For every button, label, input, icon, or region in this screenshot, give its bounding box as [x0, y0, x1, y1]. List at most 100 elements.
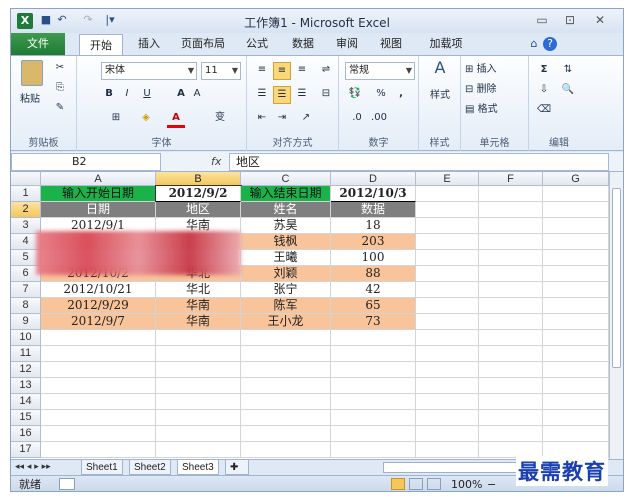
fill-color-icon[interactable]: ◈	[137, 110, 155, 128]
column-header-b[interactable]: B	[156, 172, 241, 186]
cell-d6[interactable]: 88	[331, 266, 416, 282]
tab-data[interactable]: 数据	[285, 33, 321, 55]
cell-b2[interactable]: 地区	[156, 202, 241, 218]
scroll-thumb[interactable]	[612, 188, 621, 368]
cell-f13[interactable]	[479, 378, 543, 394]
cell-a12[interactable]	[41, 362, 156, 378]
paste-icon[interactable]	[19, 60, 45, 88]
decrease-indent-icon[interactable]: ⇤	[253, 110, 271, 128]
column-header-g[interactable]: G	[543, 172, 609, 186]
cell-c9[interactable]: 王小龙	[241, 314, 331, 330]
orientation-icon[interactable]: ↗	[297, 110, 315, 128]
cell-e13[interactable]	[416, 378, 479, 394]
cell-d4[interactable]: 203	[331, 234, 416, 250]
cell-g13[interactable]	[543, 378, 609, 394]
underline-button[interactable]: U	[139, 86, 155, 104]
paste-button[interactable]: 粘贴	[13, 92, 47, 110]
vertical-scrollbar[interactable]	[609, 172, 623, 459]
cell-a15[interactable]	[41, 410, 156, 426]
cell-b12[interactable]	[156, 362, 241, 378]
sheet-nav-arrows[interactable]: ◂◂ ◂ ▸ ▸▸	[15, 460, 51, 475]
cell-b13[interactable]	[156, 378, 241, 394]
insert-cells-button[interactable]: ⊞ 插入	[465, 62, 525, 80]
cell-d3[interactable]: 18	[331, 218, 416, 234]
cell-c2[interactable]: 姓名	[241, 202, 331, 218]
cell-e3[interactable]	[416, 218, 479, 234]
cell-f9[interactable]	[479, 314, 543, 330]
row-header-9[interactable]: 9	[11, 314, 41, 330]
row-header-10[interactable]: 10	[11, 330, 41, 346]
cell-b14[interactable]	[156, 394, 241, 410]
cell-d12[interactable]	[331, 362, 416, 378]
worksheet-grid[interactable]: A B C D E F G 1 输入开始日期 2012/9/2 输入结束日期 2012/10/3 2 日期…	[11, 172, 609, 459]
cell-g5[interactable]	[543, 250, 609, 266]
cell-a8[interactable]: 2012/9/29	[41, 298, 156, 314]
cell-e14[interactable]	[416, 394, 479, 410]
cell-a2[interactable]: 日期	[41, 202, 156, 218]
minimize-icon[interactable]: ▭	[531, 12, 553, 28]
sort-filter-icon[interactable]: ⇅	[557, 62, 579, 80]
cell-b10[interactable]	[156, 330, 241, 346]
cell-f11[interactable]	[479, 346, 543, 362]
tab-insert[interactable]: 插入	[129, 33, 169, 55]
cell-b15[interactable]	[156, 410, 241, 426]
cell-e4[interactable]	[416, 234, 479, 250]
copy-icon[interactable]: ⎘	[51, 80, 69, 98]
row-header-12[interactable]: 12	[11, 362, 41, 378]
cell-e16[interactable]	[416, 426, 479, 442]
phonetic-button[interactable]: 变	[209, 110, 231, 128]
help-icon[interactable]: ?	[543, 37, 557, 51]
shrink-font-button[interactable]: A	[189, 86, 205, 104]
cell-e17[interactable]	[416, 442, 479, 458]
cut-icon[interactable]: ✂	[51, 60, 69, 78]
cell-c13[interactable]	[241, 378, 331, 394]
row-header-13[interactable]: 13	[11, 378, 41, 394]
cell-d11[interactable]	[331, 346, 416, 362]
normal-view-icon[interactable]	[391, 478, 405, 490]
font-color-icon[interactable]: A	[167, 110, 185, 128]
row-header-11[interactable]: 11	[11, 346, 41, 362]
cell-b7[interactable]: 华北	[156, 282, 241, 298]
cell-e12[interactable]	[416, 362, 479, 378]
sheet-tab-2[interactable]: Sheet2	[129, 460, 171, 475]
format-painter-icon[interactable]: ✎	[51, 100, 69, 118]
cell-g4[interactable]	[543, 234, 609, 250]
cell-f6[interactable]	[479, 266, 543, 282]
cell-d8[interactable]: 65	[331, 298, 416, 314]
cell-c11[interactable]	[241, 346, 331, 362]
increase-decimal-icon[interactable]: .0	[347, 110, 367, 128]
cell-f14[interactable]	[479, 394, 543, 410]
column-header-c[interactable]: C	[241, 172, 331, 186]
cell-d13[interactable]	[331, 378, 416, 394]
cell-a14[interactable]	[41, 394, 156, 410]
row-header-8[interactable]: 8	[11, 298, 41, 314]
cell-g8[interactable]	[543, 298, 609, 314]
zoom-out-button[interactable]: −	[487, 476, 496, 491]
cell-e9[interactable]	[416, 314, 479, 330]
number-format-select[interactable]: 常规 ▼	[345, 62, 415, 80]
decrease-decimal-icon[interactable]: .00	[369, 110, 389, 128]
cell-d10[interactable]	[331, 330, 416, 346]
styles-icon[interactable]: A	[429, 60, 451, 84]
bold-button[interactable]: B	[101, 86, 117, 104]
cell-g1[interactable]	[543, 186, 609, 202]
row-header-14[interactable]: 14	[11, 394, 41, 410]
cell-e5[interactable]	[416, 250, 479, 266]
cell-g10[interactable]	[543, 330, 609, 346]
cell-f10[interactable]	[479, 330, 543, 346]
cell-g2[interactable]	[543, 202, 609, 218]
cell-a13[interactable]	[41, 378, 156, 394]
fill-icon[interactable]: ⇩	[535, 82, 553, 100]
column-header-a[interactable]: A	[41, 172, 156, 186]
cell-b1[interactable]: 2012/9/2	[155, 185, 242, 203]
cell-d5[interactable]: 100	[331, 250, 416, 266]
zoom-level[interactable]: 100%	[451, 476, 482, 491]
column-header-f[interactable]: F	[479, 172, 543, 186]
styles-button[interactable]: 样式	[423, 88, 457, 106]
tab-page-layout[interactable]: 页面布局	[175, 33, 231, 55]
cell-g9[interactable]	[543, 314, 609, 330]
cell-g16[interactable]	[543, 426, 609, 442]
cell-c17[interactable]	[241, 442, 331, 458]
cell-g3[interactable]	[543, 218, 609, 234]
align-center-icon[interactable]: ☰	[273, 86, 291, 104]
